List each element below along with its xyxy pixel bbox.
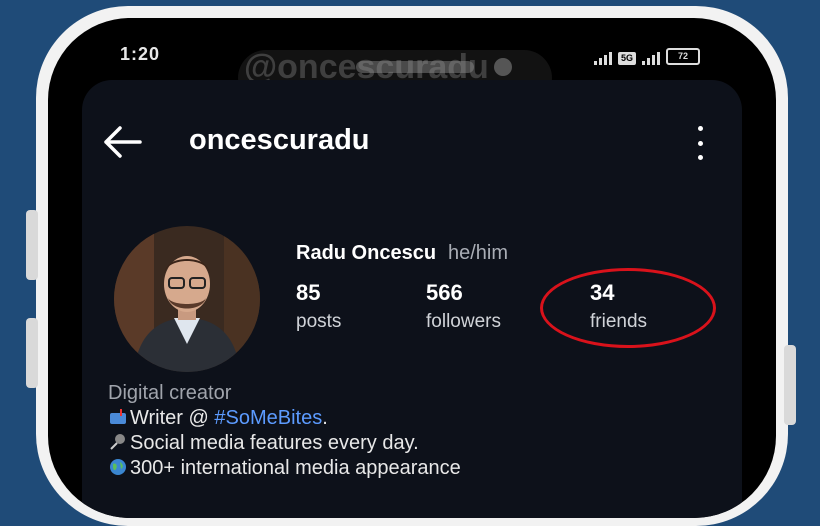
profile-page: oncescuradu Radu Oncescu he/him 85 posts…	[82, 80, 742, 518]
friends-highlight-circle	[540, 268, 716, 348]
bio-writer-text: Writer @	[130, 407, 215, 429]
pushpin-icon	[110, 434, 125, 450]
bio-writer-suffix: .	[322, 407, 328, 429]
hashtag-link[interactable]: #SoMeBites	[214, 407, 322, 429]
bio: Digital creator Writer @ #SoMeBites. Soc…	[108, 382, 728, 482]
bio-line-features: Social media features every day.	[108, 432, 728, 457]
more-vertical-icon	[697, 126, 703, 131]
status-time: 1:20	[120, 44, 161, 64]
arrow-left-icon	[104, 126, 142, 158]
pronouns: he/him	[448, 242, 509, 264]
stat-posts[interactable]: 85 posts	[296, 280, 341, 333]
stat-followers-label: followers	[426, 311, 501, 332]
stat-followers-value: 566	[426, 280, 463, 305]
bio-features-text: Social media features every day.	[130, 432, 419, 454]
battery-icon: 72	[666, 48, 700, 65]
stat-posts-label: posts	[296, 311, 342, 332]
signal-icon	[593, 52, 612, 65]
phone-side-button-left-lower	[26, 318, 38, 388]
phone-side-button-right	[784, 345, 796, 425]
signal-icon-secondary	[642, 52, 660, 65]
network-badge: 5G	[617, 52, 636, 65]
display-name: Radu Oncescu	[296, 242, 437, 264]
avatar[interactable]	[114, 226, 260, 372]
bio-category: Digital creator	[108, 382, 232, 404]
bio-line-writer: Writer @ #SoMeBites.	[108, 407, 728, 432]
more-options-button[interactable]	[694, 126, 706, 160]
stat-posts-value: 85	[296, 280, 321, 305]
globe-icon	[110, 459, 126, 475]
profile-username: oncescuradu	[189, 124, 370, 156]
status-icons: 5G 72	[593, 48, 700, 65]
front-camera	[494, 58, 512, 76]
bio-line-media: 300+ international media appearance	[108, 457, 728, 482]
mailbox-icon	[110, 409, 126, 424]
phone-side-button-left	[26, 210, 38, 280]
bio-media-text: 300+ international media appearance	[130, 457, 461, 479]
back-button[interactable]	[100, 122, 144, 162]
phone-screen: 1:20 5G 72 @oncescuradu oncescuradu Radu…	[48, 18, 776, 518]
stat-followers[interactable]: 566 followers	[426, 280, 501, 333]
